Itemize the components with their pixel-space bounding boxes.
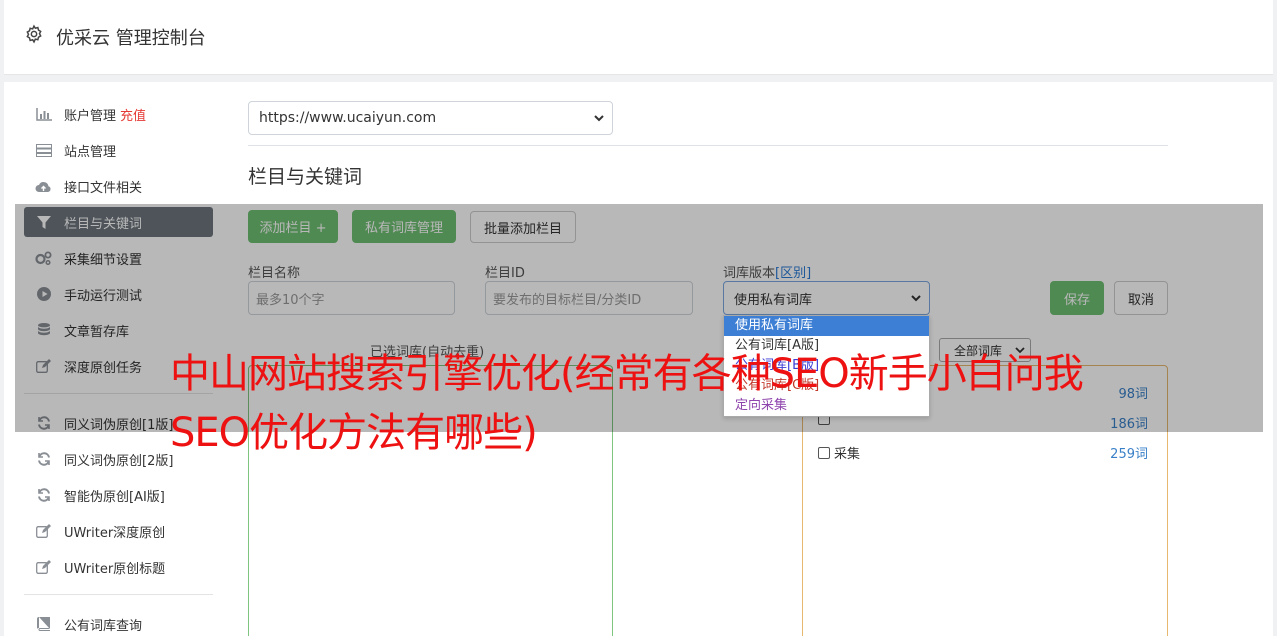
overlay-headline: 中山网站搜索引擎优化(经常有各种SEO新手小白问我SEO优化方法有哪些) [170,351,1084,456]
sidebar-item-uwriter-deep[interactable]: UWriter深度原创 [24,516,213,546]
divider [248,145,1168,146]
sidebar-item-label: UWriter原创标题 [64,561,166,577]
sidebar-item-label: 公有词库查询 [64,618,143,634]
sidebar-item-interface[interactable]: 接口文件相关 [24,171,213,201]
app-title: 优采云 管理控制台 [56,28,206,49]
gear-icon [26,24,42,44]
sidebar-item-label: 接口文件相关 [64,180,143,196]
sidebar-item-label: UWriter深度原创 [64,525,166,541]
site-select-value: https://www.ucaiyun.com [259,110,437,126]
refresh-icon [35,452,52,466]
bar-chart-icon [35,107,52,121]
edit-icon [35,560,52,574]
chevron-down-icon [594,115,604,122]
sidebar-item-label: 智能伪原创[AI版] [64,489,165,505]
cloud-upload-icon [35,179,52,193]
section-title: 栏目与关键词 [248,166,363,188]
sidebar-item-label: 同义词伪原创[2版] [64,453,174,469]
sidebar-item-public-lib[interactable]: 公有词库查询 [24,609,213,636]
sidebar-item-label: 站点管理 [64,144,117,160]
sidebar-item-sites[interactable]: 站点管理 [24,135,213,165]
recharge-link[interactable]: 充值 [120,105,146,124]
server-icon [35,143,52,157]
top-bar: 优采云 管理控制台 [4,0,1273,75]
book-icon [35,617,52,631]
sidebar-item-uwriter-title[interactable]: UWriter原创标题 [24,552,213,582]
sidebar-divider [24,594,213,595]
sidebar-item-account[interactable]: 账户管理 充值 [24,99,213,129]
sidebar-item-label: 账户管理 [64,108,117,124]
edit-icon [35,524,52,538]
dropdown-option[interactable]: 使用私有词库 [724,316,929,336]
sidebar-item-ai-original[interactable]: 智能伪原创[AI版] [24,480,213,510]
refresh-icon [35,488,52,502]
site-select[interactable]: https://www.ucaiyun.com [248,101,613,135]
